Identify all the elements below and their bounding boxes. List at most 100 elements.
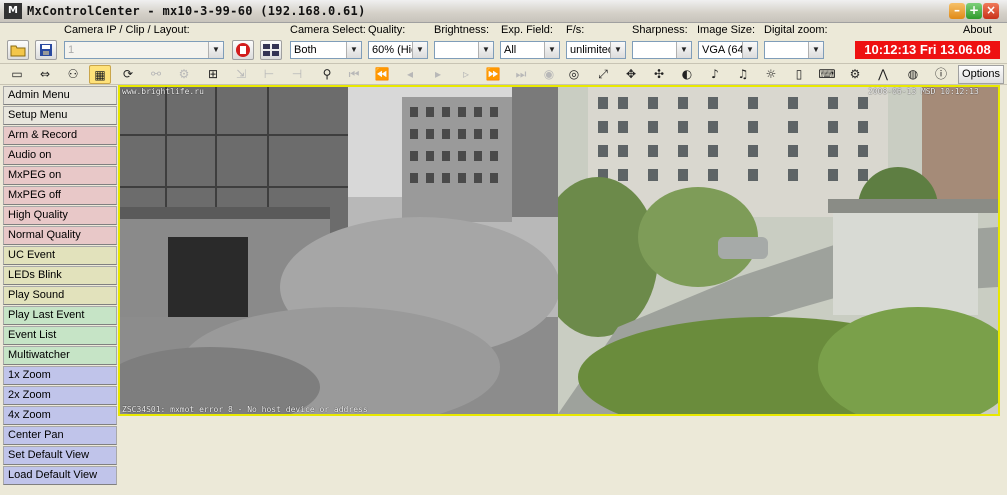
- setup-menu-button[interactable]: Setup Menu: [3, 106, 117, 125]
- multiview-button[interactable]: [260, 40, 282, 60]
- arm-record-button[interactable]: Arm & Record: [3, 126, 117, 145]
- title-bar[interactable]: M MxControlCenter - mx10-3-99-60 (192.16…: [0, 0, 1007, 23]
- step-back-icon[interactable]: ◂: [399, 65, 421, 84]
- admin-menu-button[interactable]: Admin Menu: [3, 86, 117, 105]
- zoom-2x-button[interactable]: 2x Zoom: [3, 386, 117, 405]
- step-forward-icon[interactable]: ▹: [455, 65, 477, 84]
- door-icon[interactable]: ▯: [788, 65, 810, 84]
- camera-scene-color: [558, 87, 998, 414]
- skip-last-icon[interactable]: ⏭: [510, 65, 532, 84]
- sharpness-dropdown[interactable]: ▼: [632, 41, 692, 59]
- load-default-view-button[interactable]: Load Default View: [3, 466, 117, 485]
- audio-on-button[interactable]: Audio on: [3, 146, 117, 165]
- live-icon[interactable]: ◉: [538, 65, 560, 84]
- fps-label: F/s:: [566, 24, 585, 36]
- folder-icon: [10, 45, 26, 57]
- graph-icon[interactable]: ⋀: [872, 65, 894, 84]
- speaker-icon[interactable]: ♪: [704, 65, 726, 84]
- chevron-down-icon: ▼: [808, 42, 823, 58]
- zoom-1x-button[interactable]: 1x Zoom: [3, 366, 117, 385]
- camera-select-dropdown[interactable]: Both ▼: [290, 41, 362, 59]
- exp-field-label: Exp. Field:: [501, 24, 553, 36]
- info-icon[interactable]: ⓘ: [930, 65, 952, 84]
- compass-icon[interactable]: ◐: [676, 65, 698, 84]
- camera-image-right[interactable]: 2008-06-13 MSD 10:12:13: [558, 87, 998, 414]
- chevron-down-icon: ▼: [346, 42, 361, 58]
- link-icon[interactable]: ⚯: [145, 65, 167, 84]
- zoom-4x-button[interactable]: 4x Zoom: [3, 406, 117, 425]
- lightbulb-icon[interactable]: ☼: [760, 65, 782, 84]
- sidebar: Admin Menu Setup Menu Arm & Record Audio…: [0, 86, 118, 495]
- chevron-down-icon: ▼: [610, 42, 625, 58]
- center-pan-button[interactable]: Center Pan: [3, 426, 117, 445]
- camera-scene-bw: [120, 87, 558, 414]
- high-quality-button[interactable]: High Quality: [3, 206, 117, 225]
- event-list-button[interactable]: Event List: [3, 326, 117, 345]
- eye-icon[interactable]: ◎: [563, 65, 585, 84]
- network-icon[interactable]: ⇔: [34, 65, 56, 84]
- maximize-button[interactable]: +: [966, 3, 982, 19]
- record-stop-button[interactable]: [232, 40, 254, 60]
- fullscreen-icon[interactable]: ▭: [6, 65, 28, 84]
- open-folder-button[interactable]: [7, 40, 29, 60]
- fast-rewind-icon[interactable]: ⏪: [371, 65, 393, 84]
- expand-icon[interactable]: ⤢: [592, 65, 614, 84]
- play-last-event-button[interactable]: Play Last Event: [3, 306, 117, 325]
- quality-dropdown[interactable]: 60% (Hig ▼: [368, 41, 428, 59]
- image-size-label: Image Size:: [697, 24, 756, 36]
- multiwatcher-button[interactable]: Multiwatcher: [3, 346, 117, 365]
- marker-icon[interactable]: ⊢: [258, 65, 280, 84]
- search-binoculars-icon[interactable]: ⚲: [316, 65, 338, 84]
- layout-icon[interactable]: ▦: [89, 65, 111, 84]
- grid-icon[interactable]: ⊞: [202, 65, 224, 84]
- camera-clock: 10:12:13 Fri 13.06.08: [855, 41, 1000, 59]
- camera-select-label: Camera Select:: [290, 24, 366, 36]
- fps-dropdown[interactable]: unlimited ▼: [566, 41, 626, 59]
- chevron-down-icon: ▼: [478, 42, 493, 58]
- camera-image-left[interactable]: www.brightlife.ru ZSC34S01: mxmot error …: [120, 87, 558, 414]
- save-button[interactable]: [35, 40, 57, 60]
- skip-first-icon[interactable]: ⏮: [343, 65, 365, 84]
- keyboard-icon[interactable]: ⌨: [816, 65, 838, 84]
- uc-event-button[interactable]: UC Event: [3, 246, 117, 265]
- export-icon[interactable]: ⇲: [230, 65, 252, 84]
- tilt-icon[interactable]: ✣: [648, 65, 670, 84]
- chevron-down-icon: ▼: [676, 42, 691, 58]
- chevron-down-icon: ▼: [208, 42, 223, 58]
- mxpeg-on-button[interactable]: MxPEG on: [3, 166, 117, 185]
- mxpeg-off-button[interactable]: MxPEG off: [3, 186, 117, 205]
- video-view[interactable]: www.brightlife.ru ZSC34S01: mxmot error …: [118, 85, 1000, 416]
- digital-zoom-dropdown[interactable]: ▼: [764, 41, 824, 59]
- camera-ip-label: Camera IP / Clip / Layout:: [64, 24, 190, 36]
- minimize-button[interactable]: –: [949, 3, 965, 19]
- refresh-icon[interactable]: ⟳: [117, 65, 139, 84]
- stop-sign-icon: [236, 43, 250, 57]
- leds-blink-button[interactable]: LEDs Blink: [3, 266, 117, 285]
- gear-icon[interactable]: ⚙: [844, 65, 866, 84]
- sharpness-label: Sharpness:: [632, 24, 688, 36]
- close-button[interactable]: ×: [983, 3, 999, 19]
- play-sound-button[interactable]: Play Sound: [3, 286, 117, 305]
- chevron-down-icon: ▼: [412, 42, 427, 58]
- settings-disabled-icon[interactable]: ⚙: [173, 65, 195, 84]
- exp-field-dropdown[interactable]: All ▼: [500, 41, 560, 59]
- fast-forward-icon[interactable]: ⏩: [482, 65, 504, 84]
- camera-ip-select[interactable]: 1 ▼: [64, 41, 224, 59]
- normal-quality-button[interactable]: Normal Quality: [3, 226, 117, 245]
- options-button[interactable]: Options: [958, 65, 1004, 84]
- marker-end-icon[interactable]: ⊣: [286, 65, 308, 84]
- brightness-dropdown[interactable]: ▼: [434, 41, 494, 59]
- quality-label: Quality:: [368, 24, 406, 36]
- set-default-view-button[interactable]: Set Default View: [3, 446, 117, 465]
- image-size-dropdown[interactable]: VGA (64 ▼: [698, 41, 758, 59]
- floppy-icon: [40, 44, 52, 56]
- pan-icon[interactable]: ✥: [620, 65, 642, 84]
- brightness-label: Brightness:: [434, 24, 490, 36]
- microphone-icon[interactable]: ♫: [732, 65, 754, 84]
- status-area: [118, 417, 1007, 495]
- play-icon[interactable]: ▸: [427, 65, 449, 84]
- globe-icon[interactable]: ◍: [902, 65, 924, 84]
- camera-network-icon[interactable]: ⚇: [62, 65, 84, 84]
- osd-bottom-error: ZSC34S01: mxmot error 8 - No host device…: [122, 405, 368, 414]
- menu-about[interactable]: About: [963, 24, 992, 36]
